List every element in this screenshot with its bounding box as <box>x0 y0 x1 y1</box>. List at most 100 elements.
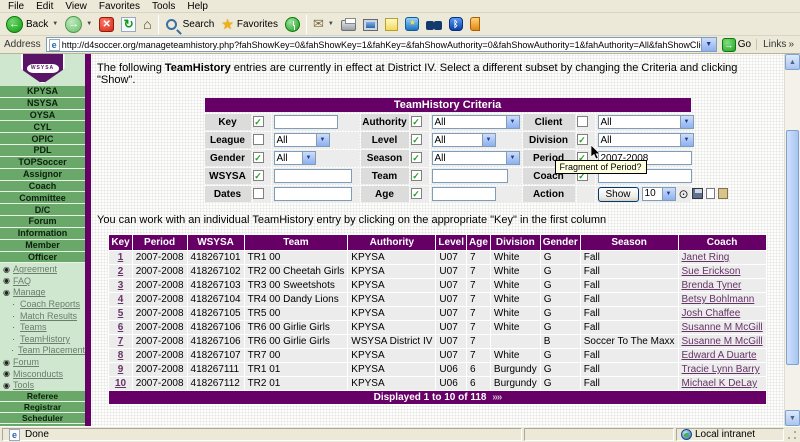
bluetooth-button[interactable]: ᛒ <box>446 16 466 32</box>
address-dropdown-icon[interactable]: ▼ <box>701 38 716 51</box>
sidebar-item-coach[interactable]: Coach <box>0 181 85 193</box>
division-checkbox[interactable]: ✓ <box>577 134 588 145</box>
division-select[interactable]: All▼ <box>598 133 694 147</box>
save-icon[interactable] <box>692 188 703 199</box>
scroll-up-icon[interactable]: ▲ <box>785 54 800 70</box>
season-checkbox[interactable]: ✓ <box>411 152 422 163</box>
sidebar-item-committee[interactable]: Committee <box>0 192 85 204</box>
sidebar-link-teams[interactable]: ·Teams <box>2 321 85 333</box>
league-select[interactable]: All▼ <box>274 133 330 147</box>
coach-link[interactable]: Susanne M McGill <box>682 322 763 333</box>
coach-link[interactable]: Brenda Tyner <box>682 280 742 291</box>
mail-button[interactable]: ✉ ▼ <box>310 15 337 33</box>
age-checkbox[interactable]: ✓ <box>411 188 422 199</box>
history-button[interactable] <box>282 16 303 33</box>
sidebar-item-kpysa[interactable]: KPYSA <box>0 86 85 98</box>
links-menu[interactable]: Links » <box>756 39 798 50</box>
key-link[interactable]: 3 <box>118 280 124 291</box>
sidebar-link-team-placement[interactable]: ·Team Placement <box>2 345 85 357</box>
scrollbar-thumb[interactable] <box>786 130 799 365</box>
sidebar-item-officer[interactable]: Officer <box>0 252 85 264</box>
season-select[interactable]: All▼ <box>432 151 520 165</box>
key-link[interactable]: 1 <box>118 252 124 263</box>
dates-checkbox[interactable] <box>253 188 264 199</box>
coach-link[interactable]: Michael K DeLay <box>682 378 758 389</box>
age-input[interactable] <box>432 187 496 201</box>
key-link[interactable]: 10 <box>115 378 126 389</box>
authority-checkbox[interactable]: ✓ <box>411 116 422 127</box>
coach-link[interactable]: Betsy Bohlmann <box>682 294 755 305</box>
gender-checkbox[interactable]: ✓ <box>253 152 264 163</box>
key-input[interactable] <box>274 115 338 129</box>
wsysa-checkbox[interactable]: ✓ <box>253 170 264 181</box>
team-checkbox[interactable]: ✓ <box>411 170 422 181</box>
sidebar-item-topsoccer[interactable]: TOPSoccer <box>0 157 85 169</box>
coach-link[interactable]: Edward A Duarte <box>682 350 757 361</box>
sidebar-item-information[interactable]: Information <box>0 228 85 240</box>
key-link[interactable]: 6 <box>118 322 124 333</box>
address-input[interactable] <box>62 38 701 51</box>
menu-edit[interactable]: Edit <box>30 1 59 12</box>
forward-button[interactable]: → ▼ <box>62 15 95 34</box>
sidebar-item-nsysa[interactable]: NSYSA <box>0 98 85 110</box>
league-checkbox[interactable] <box>253 134 264 145</box>
sidebar-link-teamhistory[interactable]: ·TeamHistory <box>2 333 85 345</box>
menu-file[interactable]: File <box>2 1 30 12</box>
sidebar-item-cyl[interactable]: CYL <box>0 121 85 133</box>
scrollbar-track[interactable] <box>785 70 800 410</box>
chevron-down-icon[interactable]: ▼ <box>52 21 58 27</box>
home-button[interactable]: ⌂ <box>140 16 154 33</box>
sidebar-item-pdl[interactable]: PDL <box>0 145 85 157</box>
key-link[interactable]: 9 <box>118 364 124 375</box>
menu-help[interactable]: Help <box>181 1 214 12</box>
sidebar-item-oysa[interactable]: OYSA <box>0 110 85 122</box>
sidebar-link-match-results[interactable]: ·Match Results <box>2 310 85 322</box>
level-checkbox[interactable]: ✓ <box>411 134 422 145</box>
menu-view[interactable]: View <box>59 1 93 12</box>
menu-favorites[interactable]: Favorites <box>93 1 146 12</box>
sidebar-item-d-c[interactable]: D/C <box>0 204 85 216</box>
wsysa-input[interactable] <box>274 169 352 183</box>
address-field[interactable]: e ▼ <box>46 37 717 52</box>
client-select[interactable]: All▼ <box>598 115 694 129</box>
stop-button[interactable]: ✕ <box>96 16 117 33</box>
coach-link[interactable]: Sue Erickson <box>682 266 741 277</box>
key-link[interactable]: 7 <box>118 336 124 347</box>
export-document-icon[interactable] <box>706 188 715 199</box>
sidebar-item-member[interactable]: Member <box>0 240 85 252</box>
go-button[interactable]: → Go <box>720 38 753 52</box>
back-button[interactable]: ← Back ▼ <box>3 15 61 34</box>
print-button[interactable] <box>338 16 359 32</box>
page-size-select[interactable]: 10▼ <box>642 187 676 201</box>
key-link[interactable]: 4 <box>118 294 124 305</box>
coach-link[interactable]: Janet Ring <box>682 252 730 263</box>
sidebar-item-scheduler[interactable]: Scheduler <box>0 413 85 424</box>
edit-button[interactable] <box>360 17 381 32</box>
key-link[interactable]: 8 <box>118 350 124 361</box>
sidebar-link-agreement[interactable]: ◉Agreement <box>2 263 85 275</box>
sidebar-item-assignor[interactable]: Assignor <box>0 169 85 181</box>
sidebar-link-misconducts[interactable]: ◉Misconducts <box>2 368 85 380</box>
level-select[interactable]: All▼ <box>432 133 496 147</box>
resize-grip[interactable] <box>786 429 798 441</box>
coach-link[interactable]: Susanne M McGill <box>682 336 763 347</box>
coach-link[interactable]: Josh Chaffee <box>682 308 741 319</box>
client-checkbox[interactable] <box>577 116 588 127</box>
sidebar-link-forum[interactable]: ◉Forum <box>2 356 85 368</box>
sidebar-link-coach-reports[interactable]: ·Coach Reports <box>2 298 85 310</box>
scroll-down-icon[interactable]: ▼ <box>785 410 800 426</box>
sidebar-item-referee[interactable]: Referee <box>0 391 85 402</box>
sidebar-item-opic[interactable]: OPIC <box>0 133 85 145</box>
key-link[interactable]: 2 <box>118 266 124 277</box>
dates-input[interactable] <box>274 187 352 201</box>
next-page-icon[interactable]: »» <box>492 392 501 403</box>
favorites-button[interactable]: ★ Favorites <box>218 15 281 34</box>
paste-icon[interactable] <box>718 188 728 199</box>
sidebar-item-forum[interactable]: Forum <box>0 216 85 228</box>
extra-tool-button[interactable] <box>467 16 483 32</box>
gender-select[interactable]: All▼ <box>274 151 316 165</box>
sidebar-item-registrar[interactable]: Registrar <box>0 402 85 413</box>
key-link[interactable]: 5 <box>118 308 124 319</box>
authority-select[interactable]: All▼ <box>432 115 520 129</box>
chevron-down-icon[interactable]: ▼ <box>86 21 92 27</box>
